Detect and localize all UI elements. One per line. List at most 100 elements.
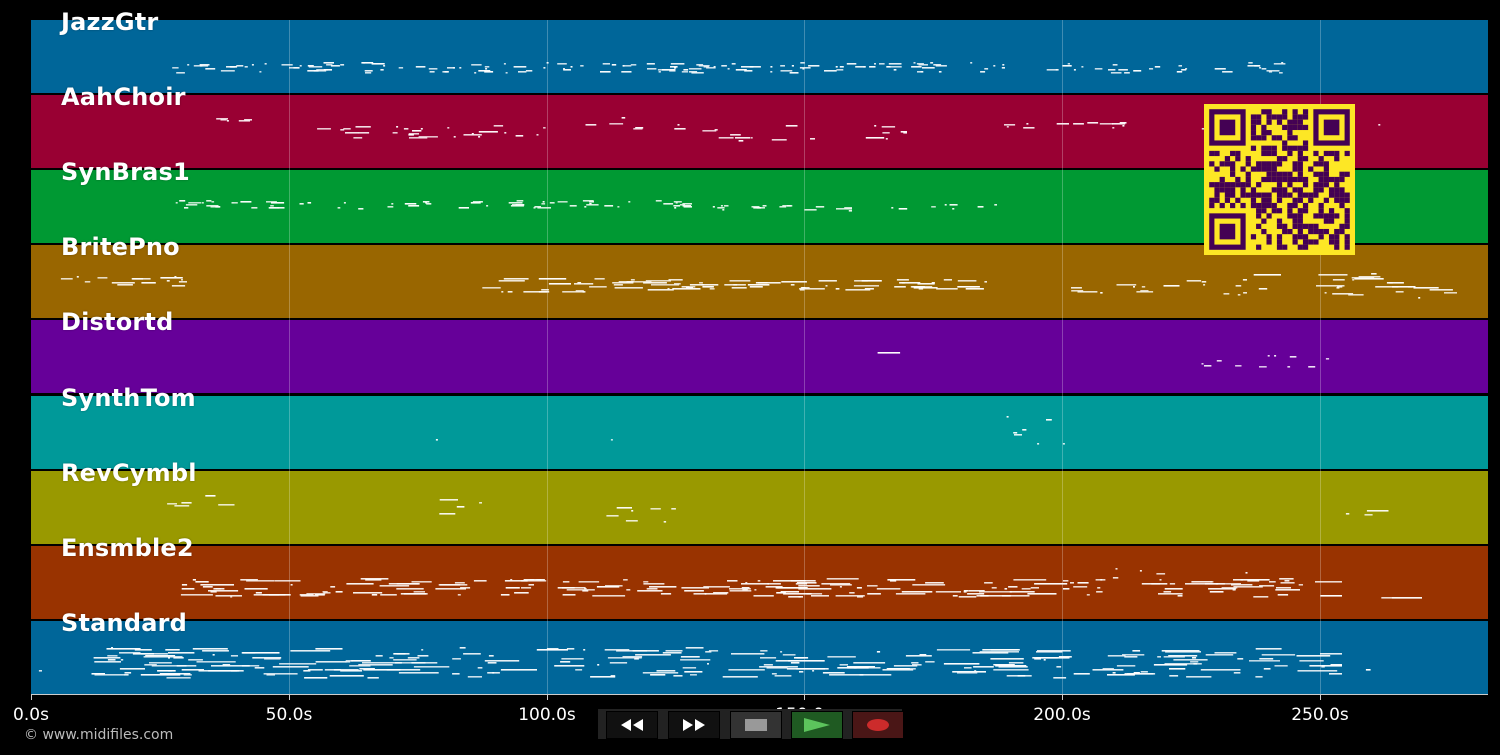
note-mark (791, 65, 794, 67)
axis-tick-label: 0.0s (13, 705, 49, 725)
note-mark (270, 205, 274, 207)
note-mark (582, 291, 585, 293)
note-mark (917, 71, 920, 73)
record-button[interactable] (852, 711, 904, 739)
note-mark (1249, 660, 1280, 662)
note-mark (1037, 650, 1071, 652)
note-mark (712, 206, 715, 208)
note-mark (570, 66, 573, 68)
note-mark (1108, 69, 1116, 71)
stop-button[interactable] (730, 711, 782, 739)
qr-module (1344, 239, 1350, 245)
note-mark (730, 134, 741, 136)
qr-module (1276, 182, 1283, 188)
note-mark (1102, 668, 1114, 670)
note-mark (1164, 663, 1202, 665)
qr-module (1224, 192, 1231, 198)
qr-module (1282, 140, 1288, 146)
note-mark (1204, 365, 1212, 367)
note-mark (628, 201, 631, 203)
note-mark (396, 583, 419, 585)
axis-tick (804, 695, 805, 700)
note-mark (513, 66, 527, 68)
note-mark (670, 63, 685, 65)
qr-module (1209, 197, 1215, 203)
play-button[interactable] (791, 711, 843, 739)
qr-module (1245, 192, 1251, 198)
note-mark (1364, 514, 1373, 516)
note-mark (528, 584, 534, 586)
note-mark (233, 202, 238, 204)
note-mark (991, 587, 997, 589)
qr-module (1282, 171, 1288, 177)
note-mark (1149, 68, 1154, 70)
note-mark (1395, 291, 1404, 293)
qr-module (1256, 166, 1262, 172)
qr-module (1339, 223, 1345, 229)
note-mark (569, 205, 577, 207)
note-mark (622, 656, 643, 658)
note-mark (774, 675, 792, 677)
note-mark (330, 586, 336, 588)
note-mark (665, 650, 683, 652)
note-mark (688, 286, 696, 288)
note-mark (621, 71, 632, 73)
note-mark (478, 131, 498, 133)
qr-module (1302, 176, 1309, 183)
note-mark (503, 63, 506, 65)
note-mark (1280, 582, 1295, 584)
note-mark (1112, 64, 1118, 66)
qr-module (1297, 166, 1303, 172)
note-mark (605, 585, 623, 587)
note-mark (660, 593, 672, 595)
qr-module (1302, 145, 1309, 151)
qr-module (1313, 161, 1319, 167)
qr-module (1271, 114, 1277, 120)
note-mark (1232, 589, 1236, 591)
note-mark (97, 277, 108, 279)
note-mark (1296, 655, 1331, 657)
note-mark (668, 279, 683, 281)
qr-module (1292, 135, 1298, 141)
fast-forward-button[interactable] (668, 711, 720, 739)
note-mark (835, 288, 840, 290)
note-mark (1391, 597, 1422, 599)
qr-module (1276, 135, 1283, 141)
note-mark (722, 676, 758, 678)
rewind-button[interactable] (606, 711, 658, 739)
note-mark (281, 64, 293, 66)
note-mark (891, 207, 894, 209)
note-mark (682, 667, 697, 669)
qr-module (1339, 228, 1345, 235)
note-mark (702, 130, 717, 132)
note-mark (1056, 666, 1062, 668)
note-mark (178, 281, 187, 283)
note-mark (345, 132, 359, 134)
note-mark (609, 662, 628, 664)
note-mark (706, 67, 716, 69)
note-mark (656, 670, 676, 672)
note-mark (794, 657, 809, 659)
note-mark (477, 667, 483, 669)
note-mark (1201, 363, 1204, 365)
note-mark (1062, 65, 1072, 67)
note-mark (1237, 294, 1241, 296)
note-mark (763, 664, 773, 666)
note-mark (839, 664, 848, 666)
qr-module (1276, 208, 1283, 214)
note-mark (1209, 591, 1224, 593)
qr-module (1256, 114, 1262, 120)
note-mark (1063, 588, 1070, 590)
note-mark (1013, 579, 1047, 581)
qr-module (1282, 187, 1288, 193)
note-mark (463, 653, 481, 655)
note-mark (903, 132, 907, 134)
note-mark (1034, 583, 1068, 585)
note-mark (729, 280, 751, 282)
axis-tick (547, 695, 548, 700)
note-mark (307, 202, 312, 204)
note-mark (611, 64, 617, 66)
qr-module (1287, 135, 1293, 141)
note-mark (1279, 72, 1283, 74)
note-mark (753, 595, 774, 597)
